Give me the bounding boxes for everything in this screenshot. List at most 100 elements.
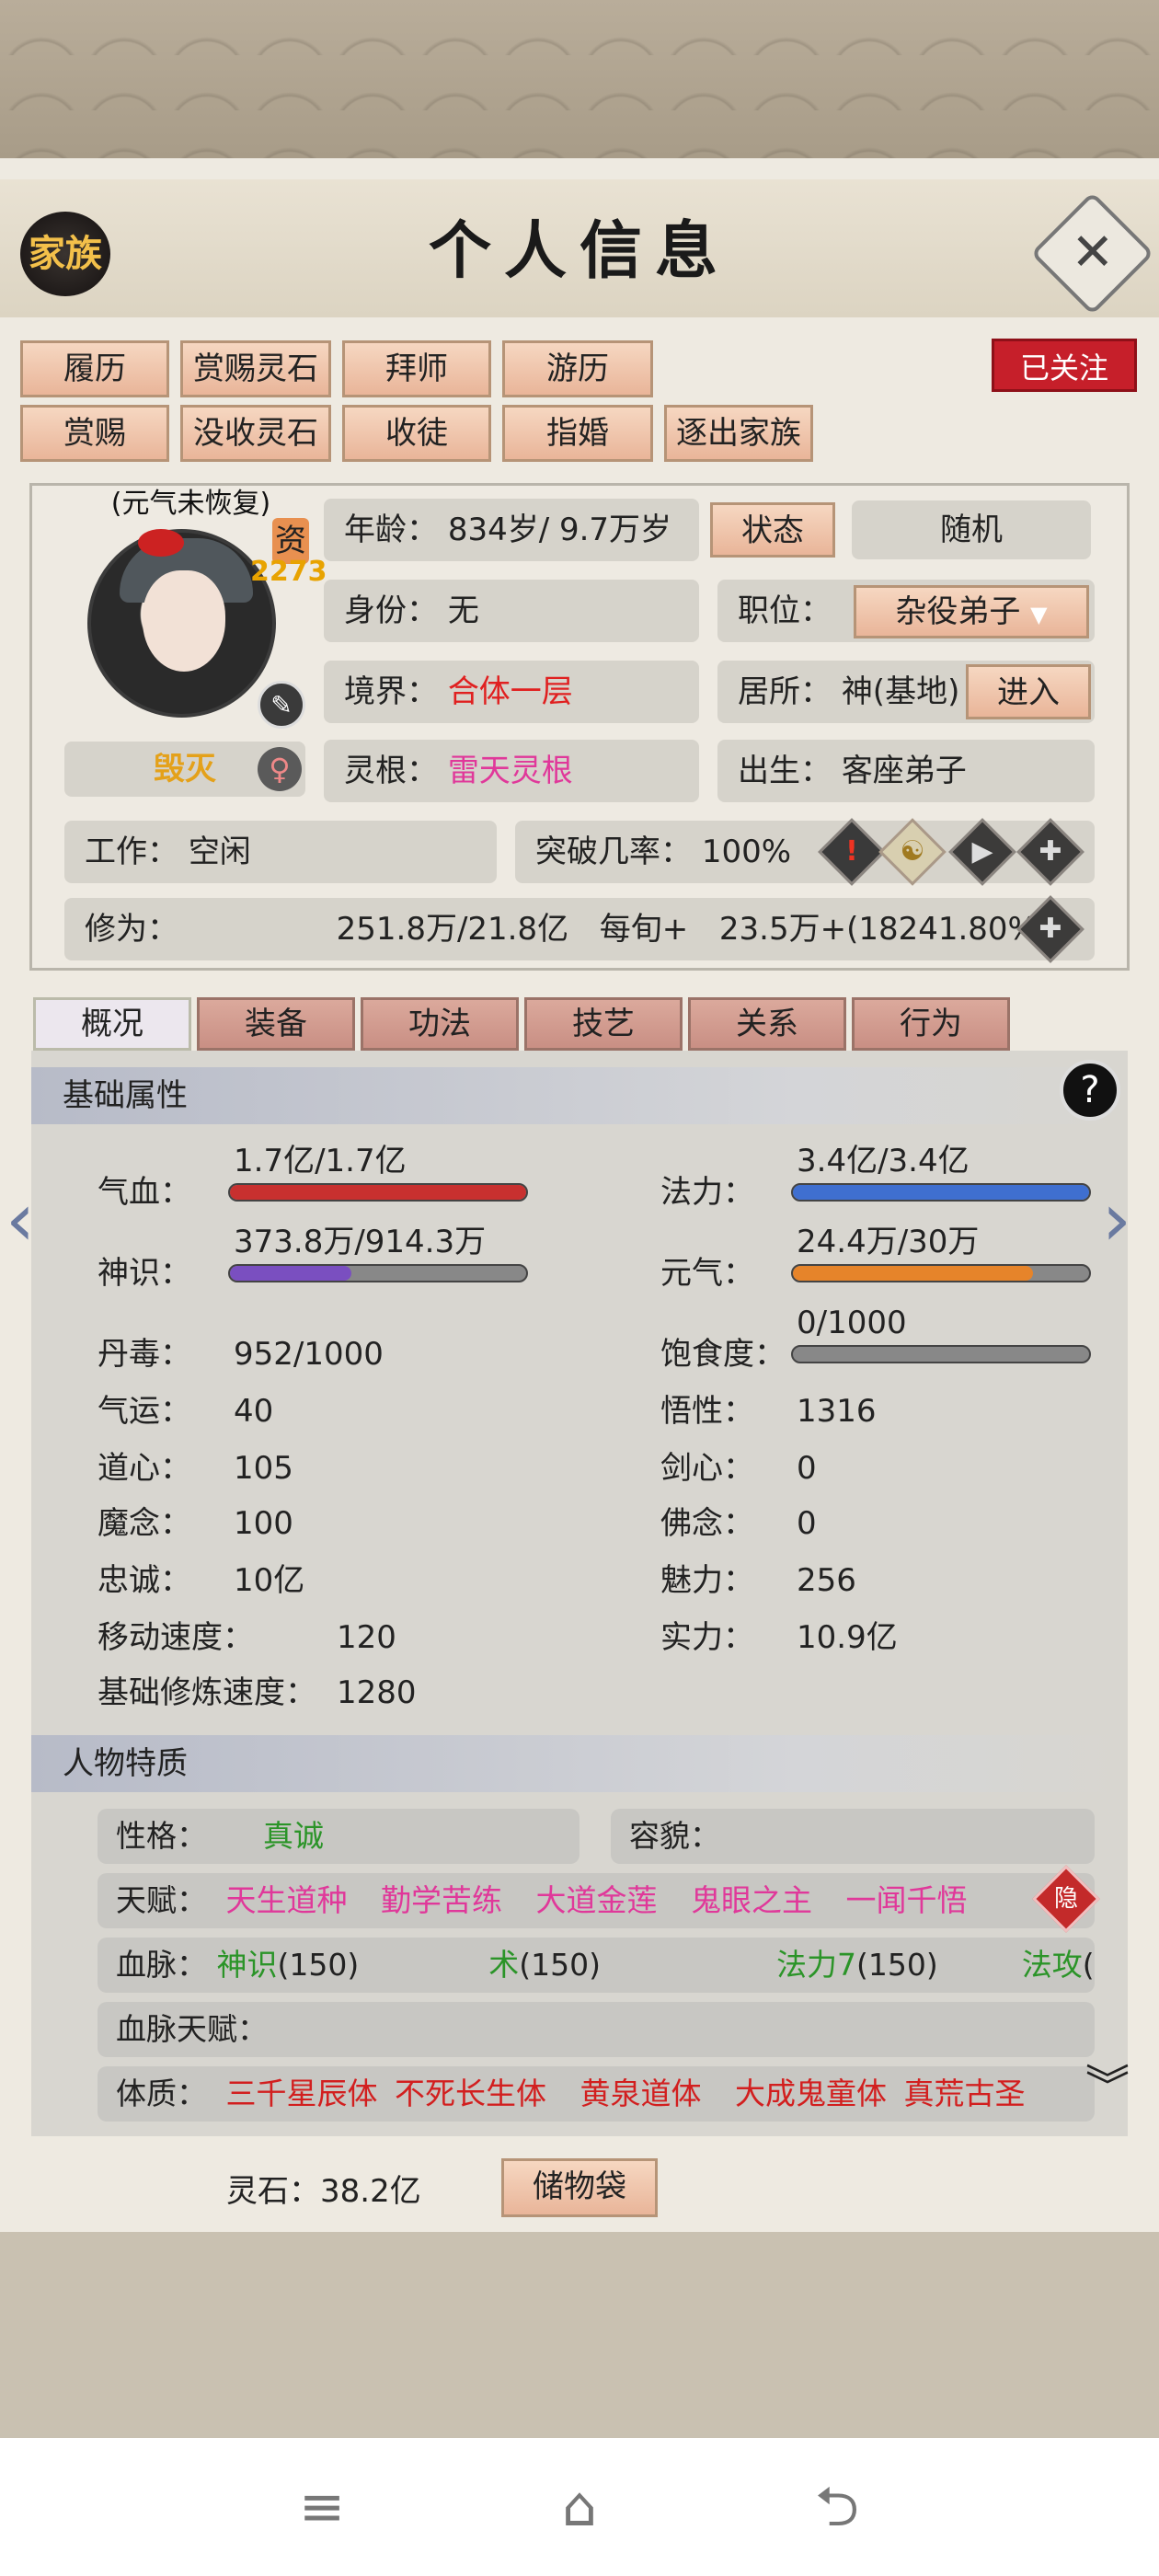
tab-crafts[interactable]: 技艺: [524, 997, 683, 1051]
root-value: 雷天灵根: [447, 753, 573, 789]
talent-item[interactable]: 一闻千悟: [846, 1882, 968, 1918]
random-button[interactable]: 随机: [852, 500, 1091, 559]
appearance-row: 容貌：: [611, 1809, 1095, 1864]
bottom-area: [0, 2232, 1159, 2438]
bloodline-name: 法攻: [1021, 1947, 1083, 1983]
physique-item[interactable]: 大成鬼童体: [735, 2076, 887, 2111]
vital-label: 元气：: [660, 1255, 754, 1292]
physique-item[interactable]: 黄泉道体: [580, 2076, 702, 2111]
follow-button[interactable]: 已关注: [992, 339, 1137, 392]
luck-value: 40: [234, 1393, 274, 1430]
arrange-marriage-button[interactable]: 指婚: [502, 405, 653, 462]
confiscate-stone-button[interactable]: 没收灵石: [180, 405, 331, 462]
identity-value: 无: [447, 592, 479, 629]
per-period-value: 23.5万+(18241.80%: [718, 911, 1038, 948]
mp-bar: [791, 1183, 1091, 1202]
age-label: 年龄：: [344, 512, 438, 548]
talent-label: 天赋：: [116, 1882, 207, 1918]
female-icon: ♀: [258, 747, 302, 791]
cultivation-value: 251.8万/21.8亿: [336, 911, 569, 948]
physique-item[interactable]: 真荒古圣: [904, 2076, 1026, 2111]
loyalty-value: 10亿: [234, 1562, 305, 1599]
talent-item[interactable]: 天生道种: [226, 1882, 348, 1918]
reward-stone-button[interactable]: 赏赐灵石: [180, 340, 331, 397]
satiety-value: 0/1000: [797, 1305, 907, 1341]
family-button[interactable]: 家族: [20, 212, 110, 296]
prev-arrow-icon[interactable]: ‹: [6, 1183, 35, 1257]
talent-item[interactable]: 大道金莲: [536, 1882, 658, 1918]
position-label: 职位：: [738, 592, 832, 629]
next-arrow-icon[interactable]: ›: [1102, 1183, 1131, 1257]
history-button[interactable]: 履历: [20, 340, 169, 397]
tab-relations[interactable]: 关系: [688, 997, 846, 1051]
tab-behavior[interactable]: 行为: [852, 997, 1010, 1051]
dao-heart-value: 105: [234, 1450, 293, 1487]
aptitude-value: 2273: [250, 556, 327, 588]
physique-row: 体质： 三千星辰体 不死长生体 黄泉道体 大成鬼童体 真荒古圣: [98, 2066, 1095, 2122]
residence-label: 居所：: [738, 673, 832, 710]
birth-label: 出生：: [738, 753, 832, 789]
take-disciple-button[interactable]: 收徒: [342, 405, 491, 462]
position-dropdown[interactable]: 杂役弟子 ▼: [854, 585, 1089, 638]
reward-button[interactable]: 赏赐: [20, 405, 169, 462]
demon-thought-label: 魔念：: [98, 1505, 191, 1542]
expel-button[interactable]: 逐出家族: [664, 405, 813, 462]
home-icon[interactable]: ⌂: [543, 2475, 616, 2539]
luck-label: 气运：: [98, 1393, 191, 1430]
talent-item[interactable]: 鬼眼之主: [691, 1882, 812, 1918]
hp-value: 1.7亿/1.7亿: [234, 1143, 407, 1179]
personality-label: 性格：: [116, 1818, 207, 1854]
charm-value: 256: [797, 1562, 856, 1599]
charm-label: 魅力：: [660, 1562, 754, 1599]
pen-icon[interactable]: ✎: [258, 681, 305, 729]
apprentice-button[interactable]: 拜师: [342, 340, 491, 397]
physique-label: 体质：: [116, 2076, 207, 2111]
physique-item[interactable]: 不死长生体: [395, 2076, 546, 2111]
bloodline-value: (150): [277, 1947, 360, 1983]
tab-equipment[interactable]: 装备: [197, 997, 355, 1051]
physique-item[interactable]: 三千星辰体: [226, 2076, 378, 2111]
pill-poison-value: 952/1000: [234, 1336, 384, 1373]
chevron-down-icon: ▼: [1030, 602, 1048, 627]
menu-icon[interactable]: ≡: [285, 2475, 359, 2539]
pill-poison-label: 丹毒：: [98, 1336, 191, 1373]
vital-bar: [791, 1264, 1091, 1282]
expand-down-icon[interactable]: ︾: [1085, 2059, 1141, 2114]
travel-button[interactable]: 游历: [502, 340, 653, 397]
avatar-bow: [138, 529, 184, 557]
realm-row: 境界： 合体一层: [324, 661, 699, 723]
dao-heart-label: 道心：: [98, 1450, 191, 1487]
bloodline-value: (150): [519, 1947, 601, 1983]
work-value: 空闲: [188, 834, 251, 870]
comprehension-label: 悟性：: [660, 1393, 754, 1430]
demon-thought-value: 100: [234, 1505, 293, 1542]
sense-bar: [228, 1264, 528, 1282]
personality-row: 性格： 真诚: [98, 1809, 580, 1864]
realm-value: 合体一层: [447, 673, 573, 710]
position-value: 杂役弟子: [895, 593, 1021, 630]
talent-item[interactable]: 勤学苦练: [381, 1882, 502, 1918]
enter-button[interactable]: 进入: [966, 664, 1091, 719]
tab-skills[interactable]: 功法: [361, 997, 519, 1051]
power-value: 10.9亿: [797, 1619, 898, 1656]
sword-heart-label: 剑心：: [660, 1450, 754, 1487]
back-icon[interactable]: ⮌: [800, 2475, 874, 2539]
buddha-thought-value: 0: [797, 1505, 817, 1542]
bloodline-label: 血脉：: [116, 1947, 207, 1983]
traits-header: 人物特质: [31, 1735, 1128, 1792]
sense-value: 373.8万/914.3万: [234, 1224, 487, 1260]
bloodline-name: 术: [488, 1947, 520, 1983]
help-icon[interactable]: ?: [1060, 1060, 1120, 1121]
bloodline-value: (150): [856, 1947, 938, 1983]
residence-value: 神(基地): [841, 673, 960, 710]
basic-attributes-header: 基础属性: [31, 1067, 1128, 1124]
tab-overview[interactable]: 概况: [33, 997, 191, 1051]
status-button[interactable]: 状态: [710, 502, 835, 558]
sense-label: 神识：: [98, 1255, 191, 1292]
move-speed-value: 120: [337, 1619, 396, 1656]
root-label: 灵根：: [344, 753, 438, 789]
birth-value: 客座弟子: [841, 753, 967, 789]
storage-bag-button[interactable]: 储物袋: [501, 2158, 658, 2217]
avatar-face: [143, 570, 225, 672]
talent-row: 天赋： 天生道种 勤学苦练 大道金莲 鬼眼之主 一闻千悟: [98, 1873, 1095, 1928]
